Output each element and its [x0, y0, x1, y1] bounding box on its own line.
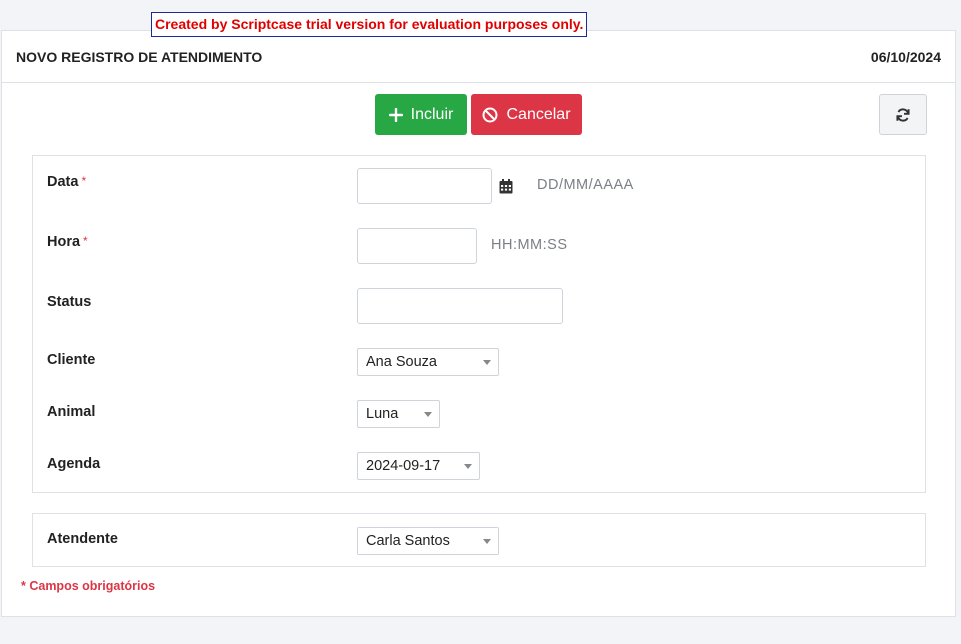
cancelar-label: Cancelar: [506, 105, 571, 123]
cliente-selected-value: Ana Souza: [366, 354, 437, 370]
data-format-hint: DD/MM/AAAA: [537, 177, 634, 193]
required-mark: *: [83, 234, 88, 248]
form-fields-atendente: Atendente Carla Santos: [32, 513, 926, 567]
form-fields-main: Data* DD/MM/AAAA Hora* HH:MM:SS Status: [32, 155, 926, 493]
dropdown-arrow-icon: [464, 464, 472, 469]
incluir-label: Incluir: [410, 105, 454, 123]
required-mark: *: [81, 174, 87, 188]
page-title: NOVO REGISTRO DE ATENDIMENTO: [16, 48, 263, 65]
animal-label: Animal: [47, 404, 96, 420]
atendente-label: Atendente: [47, 531, 118, 547]
atendente-selected-value: Carla Santos: [366, 533, 450, 549]
trial-version-banner: Created by Scriptcase trial version for …: [151, 12, 588, 37]
agenda-label: Agenda: [47, 456, 101, 472]
panel-header: NOVO REGISTRO DE ATENDIMENTO 06/10/2024: [2, 31, 955, 83]
hora-format-hint: HH:MM:SS: [491, 237, 568, 253]
status-label: Status: [47, 294, 92, 310]
hora-label: Hora *: [47, 234, 88, 250]
ban-icon: [482, 107, 498, 123]
required-fields-note: * Campos obrigatórios: [21, 579, 156, 593]
data-input[interactable]: [357, 168, 492, 204]
hora-input[interactable]: [357, 228, 477, 264]
status-input[interactable]: [357, 288, 563, 324]
plus-icon: [388, 107, 403, 122]
calendar-icon[interactable]: [499, 179, 513, 199]
refresh-button[interactable]: [879, 94, 927, 135]
dropdown-arrow-icon: [483, 360, 491, 365]
agenda-selected-value: 2024-09-17: [366, 458, 441, 474]
header-date: 06/10/2024: [870, 48, 941, 65]
animal-select[interactable]: Luna: [357, 400, 440, 428]
animal-selected-value: Luna: [366, 406, 399, 422]
refresh-icon: [895, 107, 911, 123]
incluir-button[interactable]: Incluir: [375, 94, 467, 135]
cliente-label: Cliente: [47, 352, 96, 368]
atendente-select[interactable]: Carla Santos: [357, 527, 499, 555]
dropdown-arrow-icon: [483, 539, 491, 544]
agenda-select[interactable]: 2024-09-17: [357, 452, 480, 480]
cancelar-button[interactable]: Cancelar: [471, 94, 582, 135]
dropdown-arrow-icon: [424, 412, 432, 417]
form-panel: NOVO REGISTRO DE ATENDIMENTO 06/10/2024 …: [1, 30, 956, 617]
cliente-select[interactable]: Ana Souza: [357, 348, 499, 376]
toolbar: Incluir Cancelar: [2, 83, 955, 155]
data-label: Data *: [47, 174, 87, 190]
